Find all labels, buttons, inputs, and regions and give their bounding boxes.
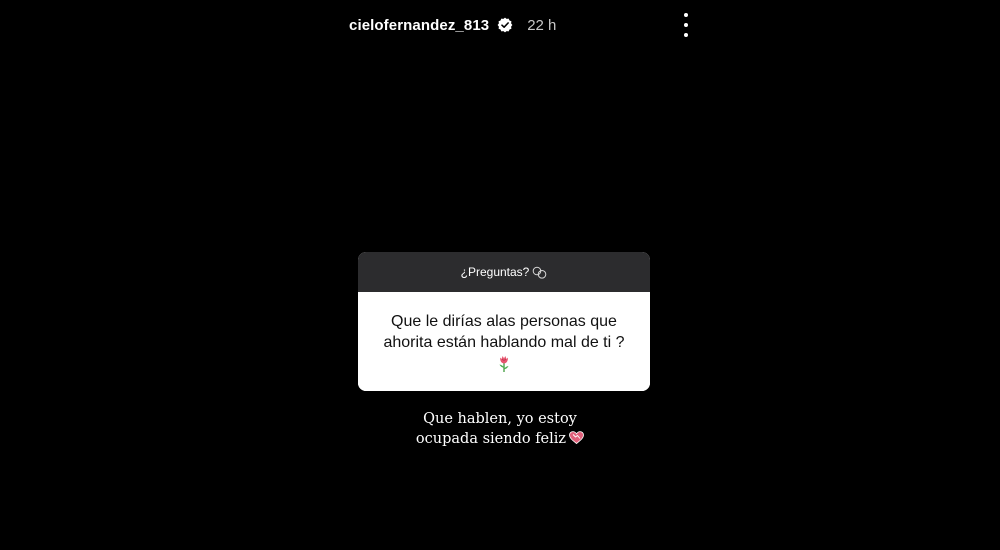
- heart-icon: [569, 430, 584, 445]
- question-line-1: Que le dirías alas personas que: [391, 312, 617, 330]
- more-vertical-icon-dot: [684, 23, 688, 27]
- answer-line-1: Que hablen, yo estoy: [423, 411, 577, 427]
- verified-badge-icon: [497, 17, 513, 33]
- chat-bubbles-icon: [532, 266, 547, 279]
- more-vertical-icon: [684, 13, 688, 17]
- story-header: cielofernandez_813 22 h: [349, 12, 556, 38]
- question-sticker-title: ¿Preguntas?: [460, 265, 530, 279]
- more-vertical-icon-dot: [684, 33, 688, 37]
- question-sticker: ¿Preguntas? Que le dirías alas personas …: [358, 252, 650, 391]
- question-text: Que le dirías alas personas que ahorita …: [383, 311, 624, 353]
- question-sticker-body: Que le dirías alas personas que ahorita …: [358, 292, 650, 391]
- answer-line-2-wrap: ocupada siendo feliz: [380, 429, 620, 449]
- answer-line-2: ocupada siendo feliz: [415, 431, 567, 447]
- question-sticker-header: ¿Preguntas?: [358, 252, 650, 292]
- story-viewer: cielofernandez_813 22 h ¿Preguntas? Que …: [0, 0, 1000, 550]
- post-timestamp: 22 h: [527, 16, 557, 34]
- username[interactable]: cielofernandez_813: [349, 17, 489, 34]
- question-line-2: ahorita están hablando mal de ti ?: [383, 333, 625, 351]
- rose-icon: [497, 355, 511, 373]
- answer-text: Que hablen, yo estoy ocupada siendo feli…: [380, 409, 620, 449]
- more-options-button[interactable]: [678, 13, 694, 37]
